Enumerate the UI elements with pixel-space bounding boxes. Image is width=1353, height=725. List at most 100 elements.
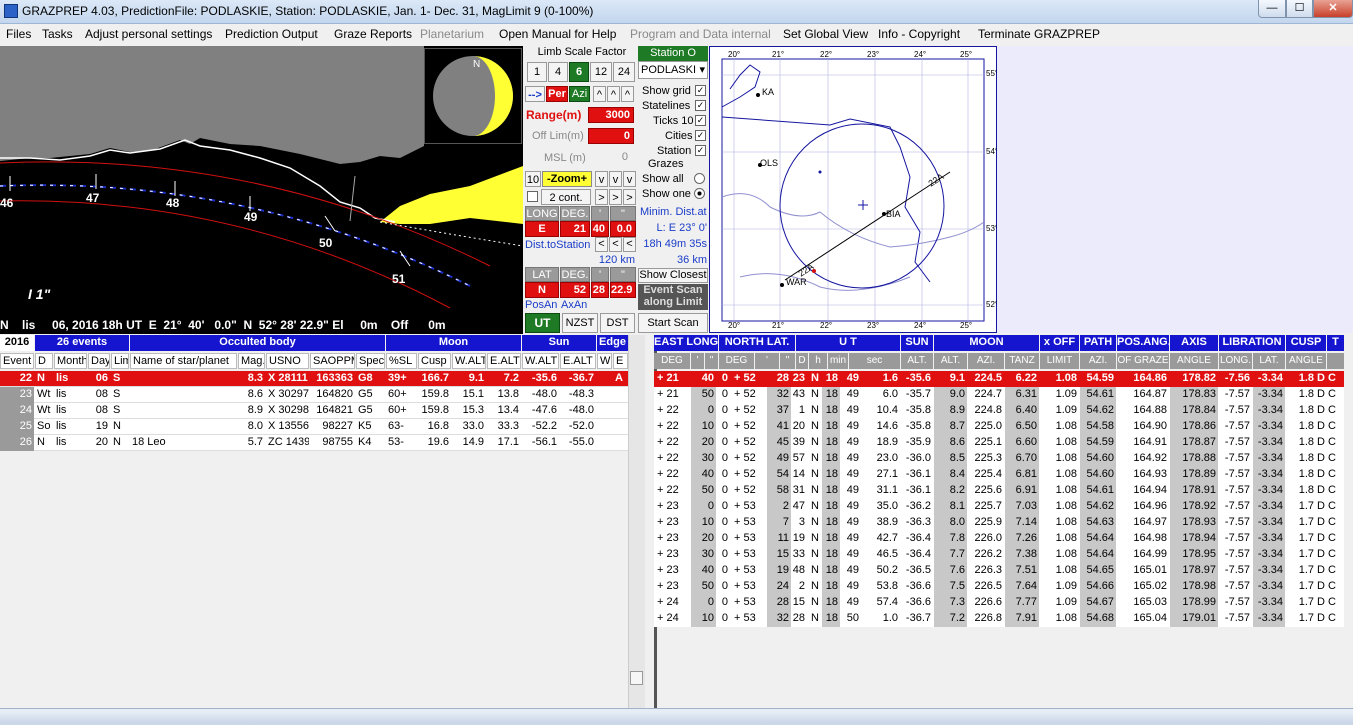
path-row[interactable]: + 22 0 0 + 52 37 1 N 18 49 10.4 -35.8 8.9 224.8 6.40 1… bbox=[654, 403, 1344, 419]
minimize-button[interactable]: — bbox=[1258, 0, 1286, 18]
station-select[interactable]: PODLASKI ▾ bbox=[638, 61, 708, 79]
path-row[interactable]: + 23 20 0 + 53 11 19 N 18 49 42.7 -36.4 7.8 226.0 7.2… bbox=[654, 531, 1344, 547]
path-cell: 1.8 bbox=[1298, 372, 1314, 384]
scrollbar-thumb[interactable] bbox=[630, 671, 643, 685]
path-row[interactable]: + 21 50 0 + 52 32 43 N 18 49 6.0 -35.7 9.0 224.7 6.31… bbox=[654, 387, 1344, 403]
path-cell: 43 bbox=[792, 388, 805, 400]
direction-arrow-button[interactable]: --> bbox=[525, 86, 545, 102]
range-value[interactable]: 3000 bbox=[588, 107, 634, 123]
ticks10-checkbox[interactable]: ✓ bbox=[695, 115, 706, 126]
path-row[interactable]: + 23 0 0 + 53 2 47 N 18 49 35.0 -36.2 8.1 225.7 7.03 1… bbox=[654, 499, 1344, 515]
path-row[interactable]: + 22 10 0 + 52 41 20 N 18 49 14.6 -35.8 8.7 225.0 6.5… bbox=[654, 419, 1344, 435]
path-row[interactable]: + 23 10 0 + 53 7 3 N 18 49 38.9 -36.3 8.0 225.9 7.14 1… bbox=[654, 515, 1344, 531]
show-all-radio[interactable] bbox=[694, 173, 705, 184]
scale-button-4[interactable]: 4 bbox=[548, 62, 568, 82]
path-row[interactable]: + 22 30 0 + 52 49 57 N 18 49 23.0 -36.0 8.5 225.3 6.7… bbox=[654, 451, 1344, 467]
path-row[interactable]: + 23 50 0 + 53 24 2 N 18 49 53.8 -36.6 7.5 226.5 7.64… bbox=[654, 579, 1344, 595]
lat-degrees[interactable]: 52 bbox=[560, 282, 590, 298]
per-button[interactable]: Per bbox=[546, 86, 568, 102]
event-row[interactable]: 25 So lis 19 N 8.0 X 13556 98227 K5 63- 16.8 33.0 33… bbox=[0, 419, 628, 435]
prev-button-2[interactable]: < bbox=[609, 237, 622, 252]
dst-button[interactable]: DST bbox=[600, 313, 635, 333]
zoom-level[interactable]: 10 bbox=[525, 171, 541, 187]
event-row[interactable]: 22 Nlis 06 S 8.3 X 28111 163363 G8 39+ 166.7 9.1 7.… bbox=[0, 371, 628, 387]
lat-minutes[interactable]: 28 bbox=[591, 282, 609, 298]
posan-option[interactable]: PosAn bbox=[525, 299, 557, 311]
axan-option[interactable]: AxAn bbox=[561, 299, 587, 311]
two-contour-button[interactable]: 2 cont. bbox=[541, 189, 591, 205]
menu-global-view[interactable]: Set Global View bbox=[783, 27, 868, 41]
scale-button-12[interactable]: 12 bbox=[590, 62, 612, 82]
path-cell: + 23 bbox=[657, 532, 679, 544]
path-cell: -35.8 bbox=[905, 420, 931, 432]
scale-button-6[interactable]: 6 bbox=[569, 62, 589, 82]
path-cell: 178.87 bbox=[1170, 435, 1218, 451]
long-direction[interactable]: E bbox=[525, 221, 559, 237]
down-button-2[interactable]: v bbox=[609, 171, 622, 187]
menu-terminate[interactable]: Terminate GRAZPREP bbox=[978, 27, 1100, 41]
event-row[interactable]: 26 Nlis 20 N 18 Leo 5.7 ZC 1439 98755 K4 53- 19.6 1… bbox=[0, 435, 628, 451]
path-row[interactable]: + 22 50 0 + 52 58 31 N 18 49 31.1 -36.1 8.2 225.6 6.9… bbox=[654, 483, 1344, 499]
path-cell: 0 bbox=[721, 484, 728, 496]
show-grid-checkbox[interactable]: ✓ bbox=[695, 85, 706, 96]
path-row[interactable]: + 22 20 0 + 52 45 39 N 18 49 18.9 -35.9 8.6 225.1 6.6… bbox=[654, 435, 1344, 451]
maximize-button[interactable]: ☐ bbox=[1286, 0, 1313, 18]
prev-button-3[interactable]: < bbox=[623, 237, 636, 252]
statelines-checkbox[interactable]: ✓ bbox=[695, 100, 706, 111]
prev-button-1[interactable]: < bbox=[595, 237, 608, 252]
path-row[interactable]: + 23 30 0 + 53 15 33 N 18 49 46.5 -36.4 7.7 226.2 7.3… bbox=[654, 547, 1344, 563]
lat-seconds[interactable]: 22.9 bbox=[610, 282, 636, 298]
path-cell: + 53 bbox=[734, 548, 756, 560]
path-row[interactable]: + 24 0 0 + 53 28 15 N 18 49 57.4 -36.6 7.3 226.6 7.77… bbox=[654, 595, 1344, 611]
lat-direction[interactable]: N bbox=[525, 282, 559, 298]
ut-button[interactable]: UT bbox=[525, 313, 560, 333]
menu-program-data[interactable]: Program and Data internal bbox=[630, 27, 771, 41]
down-button-3[interactable]: v bbox=[623, 171, 636, 187]
show-one-radio[interactable] bbox=[694, 188, 705, 199]
msl-value[interactable]: 0 bbox=[588, 151, 634, 163]
long-seconds[interactable]: 0.0 bbox=[610, 221, 636, 237]
long-degrees[interactable]: 21 bbox=[560, 221, 590, 237]
events-scrollbar[interactable] bbox=[628, 335, 645, 708]
path-row[interactable]: + 24 10 0 + 53 32 28 N 18 50 1.0 -36.7 7.2 226.8 7.91… bbox=[654, 611, 1344, 627]
menu-planetarium[interactable]: Planetarium bbox=[420, 27, 484, 41]
next-button-1[interactable]: > bbox=[595, 189, 608, 205]
path-row[interactable]: + 21 40 0 + 52 28 23 N 18 49 1.6 -35.6 9.1 224.5 6.22… bbox=[654, 371, 1344, 387]
cities-checkbox[interactable]: ✓ bbox=[695, 130, 706, 141]
station-checkbox[interactable]: ✓ bbox=[695, 145, 706, 156]
up-button-2[interactable]: ^ bbox=[607, 86, 620, 102]
station-map[interactable]: 20° 21° 22° 23° 24° 25° 20° 21° 22° 23° … bbox=[709, 46, 998, 333]
menu-info-copyright[interactable]: Info - Copyright bbox=[878, 27, 960, 41]
path-row[interactable]: + 23 40 0 + 53 19 48 N 18 49 50.2 -36.5 7.6 226.3 7.5… bbox=[654, 563, 1344, 579]
show-closest-button[interactable]: Show Closest bbox=[638, 268, 708, 283]
col-moon-walt: W.ALT bbox=[452, 353, 486, 369]
offlim-value[interactable]: 0 bbox=[588, 128, 634, 144]
menu-adjust-settings[interactable]: Adjust personal settings bbox=[85, 27, 212, 41]
zoom-control[interactable]: -Zoom+ bbox=[542, 171, 592, 187]
menu-prediction-output[interactable]: Prediction Output bbox=[225, 27, 318, 41]
event-row[interactable]: 23 Wt lis 08 S 8.6 X 30297 164820 G5 60+ 159.8 15.1… bbox=[0, 387, 628, 403]
scale-button-1[interactable]: 1 bbox=[527, 62, 547, 82]
path-row[interactable]: + 22 40 0 + 52 54 14 N 18 49 27.1 -36.1 8.4 225.4 6.8… bbox=[654, 467, 1344, 483]
up-button-3[interactable]: ^ bbox=[621, 86, 634, 102]
menu-open-manual[interactable]: Open Manual for Help bbox=[499, 27, 616, 41]
scale-button-24[interactable]: 24 bbox=[613, 62, 635, 82]
path-cell: 27.1 bbox=[876, 468, 898, 480]
nzst-button[interactable]: NZST bbox=[562, 313, 598, 333]
next-button-2[interactable]: > bbox=[609, 189, 622, 205]
menu-graze-reports[interactable]: Graze Reports bbox=[334, 27, 412, 41]
long-minutes[interactable]: 40 bbox=[591, 221, 609, 237]
two-contour-checkbox[interactable] bbox=[527, 191, 538, 202]
azi-button[interactable]: Azi bbox=[569, 86, 590, 102]
up-button-1[interactable]: ^ bbox=[593, 86, 606, 102]
start-scan-button[interactable]: Start Scan bbox=[638, 313, 708, 333]
path-cell: 224.7 bbox=[974, 388, 1002, 400]
path-cell: 20 bbox=[691, 531, 716, 547]
next-button-3[interactable]: > bbox=[623, 189, 636, 205]
menu-files[interactable]: Files bbox=[6, 27, 31, 41]
menu-tasks[interactable]: Tasks bbox=[42, 27, 73, 41]
close-button[interactable]: ✕ bbox=[1313, 0, 1353, 18]
path-cell: 28 bbox=[776, 372, 789, 384]
down-button-1[interactable]: v bbox=[595, 171, 608, 187]
event-row[interactable]: 24 Wt lis 08 S 8.9 X 30298 164821 G5 60+ 159.8 15.3… bbox=[0, 403, 628, 419]
